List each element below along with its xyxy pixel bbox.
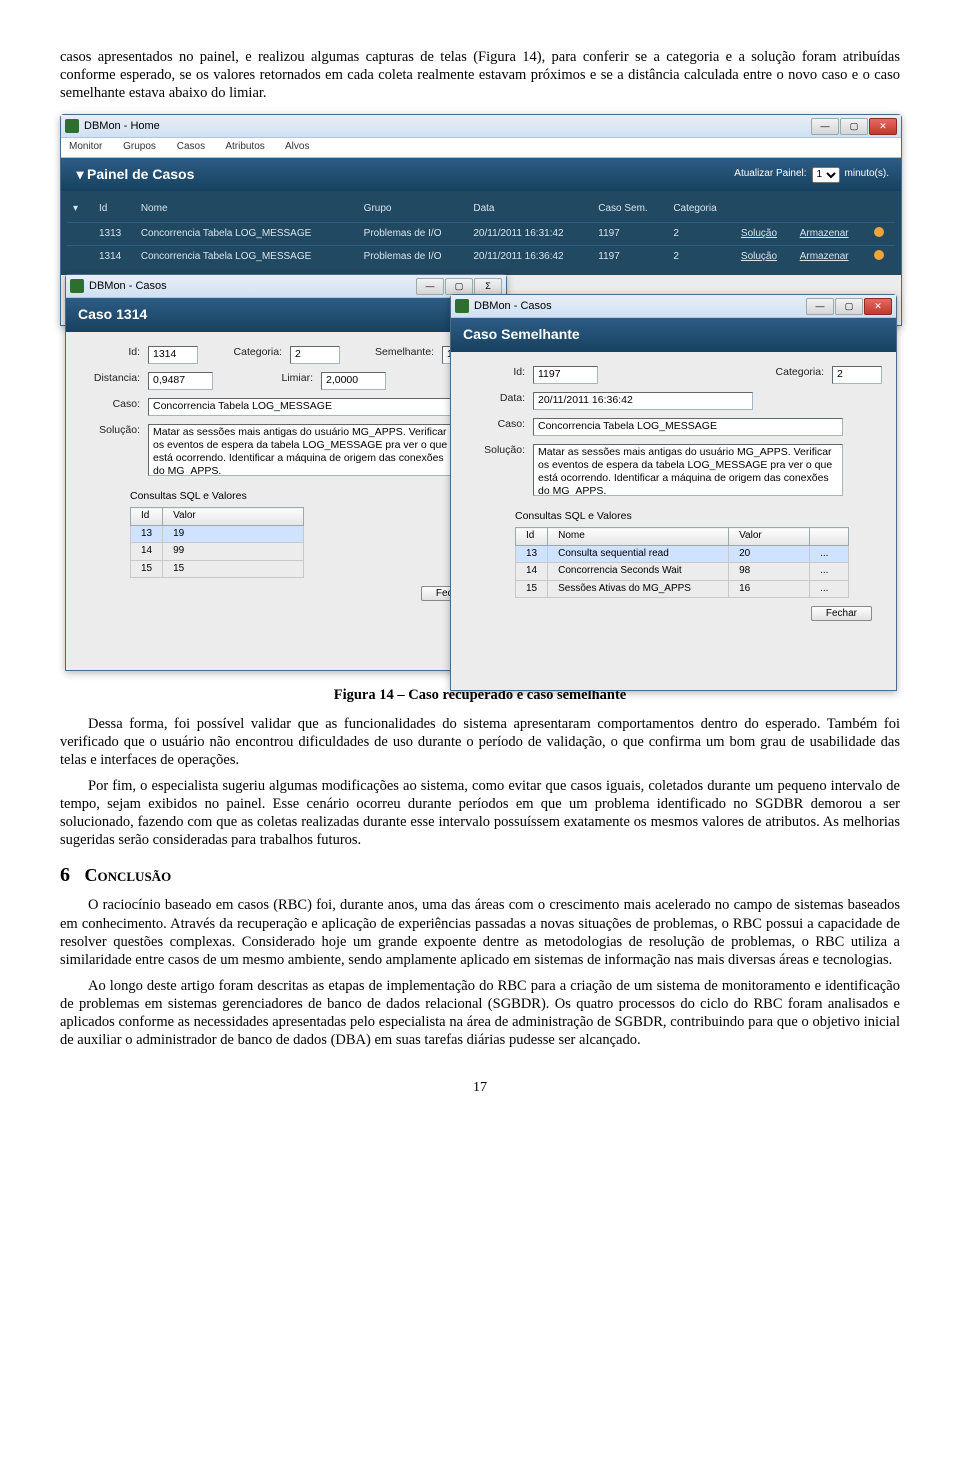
- expand-icon[interactable]: ▾: [73, 203, 78, 214]
- paragraph-2: Por fim, o especialista sugeriu algumas …: [60, 777, 900, 850]
- table-row[interactable]: 13Consulta sequential read20...: [516, 545, 849, 563]
- close-button[interactable]: Σ: [474, 278, 502, 295]
- table-row[interactable]: 1314 Concorrencia Tabela LOG_MESSAGE Pro…: [67, 246, 895, 269]
- val-limiar: 2,0000: [321, 372, 386, 390]
- paragraph-1: Dessa forma, foi possível validar que as…: [60, 715, 900, 769]
- caso1-wintitle: DBMon - Casos: [89, 280, 167, 294]
- table-row[interactable]: 1319: [131, 525, 304, 543]
- sql-header: Consultas SQL e Valores: [515, 510, 882, 523]
- sql-table: Id Nome Valor 13Consulta sequential read…: [515, 527, 849, 598]
- refresh-select[interactable]: 1: [812, 167, 840, 183]
- menu-alvos[interactable]: Alvos: [285, 141, 309, 152]
- lbl-id: Id:: [80, 346, 148, 364]
- lbl-categoria: Categoria:: [764, 366, 832, 384]
- menu-grupos[interactable]: Grupos: [123, 141, 156, 152]
- lbl-id: Id:: [465, 366, 533, 384]
- menu-monitor[interactable]: Monitor: [69, 141, 102, 152]
- caso-1314-window: DBMon - Casos — ▢ Σ Caso 1314 Id: 1314 C…: [65, 274, 507, 671]
- intro-paragraph: casos apresentados no painel, e realizou…: [60, 48, 900, 102]
- caso-semelhante-window: DBMon - Casos — ▢ ✕ Caso Semelhante Id: …: [450, 294, 897, 691]
- paragraph-3: O raciocínio baseado em casos (RBC) foi,…: [60, 896, 900, 969]
- close-button[interactable]: ✕: [864, 298, 892, 315]
- menu-atributos[interactable]: Atributos: [225, 141, 264, 152]
- lbl-solucao: Solução:: [80, 424, 148, 476]
- maximize-button[interactable]: ▢: [835, 298, 863, 315]
- caso1-titlebar: DBMon - Casos — ▢ Σ: [66, 275, 506, 298]
- solucao-link[interactable]: Solução: [741, 228, 777, 239]
- solucao-link[interactable]: Solução: [741, 251, 777, 262]
- caso2-title: Caso Semelhante: [451, 318, 896, 352]
- minimize-button[interactable]: —: [416, 278, 444, 295]
- lbl-caso: Caso:: [80, 398, 148, 416]
- maximize-button[interactable]: ▢: [840, 118, 868, 135]
- app-icon: [65, 119, 79, 133]
- menubar: Monitor Grupos Casos Atributos Alvos: [61, 138, 901, 158]
- home-titlebar: DBMon - Home — ▢ ✕: [61, 115, 901, 138]
- app-icon: [455, 299, 469, 313]
- col-cat: Categoria: [667, 197, 735, 222]
- val-categoria: 2: [290, 346, 340, 364]
- col-id: Id: [93, 197, 135, 222]
- lbl-data: Data:: [465, 392, 533, 410]
- minimize-button[interactable]: —: [806, 298, 834, 315]
- lbl-caso: Caso:: [465, 418, 533, 436]
- section-number: 6: [60, 864, 70, 886]
- minimize-button[interactable]: —: [811, 118, 839, 135]
- table-row[interactable]: 15Sessões Ativas do MG_APPS16...: [516, 580, 849, 598]
- lbl-semelhante: Semelhante:: [364, 346, 442, 364]
- val-id: 1197: [533, 366, 598, 384]
- section-conclusao: 6 Conclusão: [60, 863, 900, 888]
- val-id: 1314: [148, 346, 198, 364]
- fechar-button[interactable]: Fechar: [811, 606, 872, 621]
- paragraph-4: Ao longo deste artigo foram descritas as…: [60, 977, 900, 1050]
- val-solucao: Matar as sessões mais antigas do usuário…: [148, 424, 458, 476]
- collapse-icon[interactable]: ▾: [73, 166, 87, 184]
- maximize-button[interactable]: ▢: [445, 278, 473, 295]
- panel-title: Painel de Casos: [87, 166, 194, 184]
- val-distancia: 0,9487: [148, 372, 213, 390]
- table-row[interactable]: 1499: [131, 543, 304, 561]
- cases-grid: ▾ Id Nome Grupo Data Caso Sem. Categoria…: [67, 197, 895, 269]
- caso1-title: Caso 1314: [66, 298, 506, 332]
- section-title: Conclusão: [85, 865, 172, 885]
- col-nome: Nome: [135, 197, 358, 222]
- armazenar-link[interactable]: Armazenar: [800, 228, 849, 239]
- val-caso: Concorrencia Tabela LOG_MESSAGE: [148, 398, 458, 416]
- table-row[interactable]: 1313 Concorrencia Tabela LOG_MESSAGE Pro…: [67, 222, 895, 246]
- lbl-limiar: Limiar:: [253, 372, 321, 390]
- col-data: Data: [467, 197, 592, 222]
- status-dot-icon: [874, 250, 884, 260]
- val-categoria: 2: [832, 366, 882, 384]
- col-sem: Caso Sem.: [592, 197, 667, 222]
- app-icon: [70, 279, 84, 293]
- col-grupo: Grupo: [358, 197, 468, 222]
- figure-14: DBMon - Home — ▢ ✕ Monitor Grupos Casos …: [60, 114, 900, 674]
- refresh-label: Atualizar Painel:: [734, 168, 806, 181]
- val-solucao: Matar as sessões mais antigas do usuário…: [533, 444, 843, 496]
- menu-casos[interactable]: Casos: [177, 141, 205, 152]
- table-row[interactable]: 1515: [131, 560, 304, 578]
- lbl-distancia: Distancia:: [80, 372, 148, 390]
- caso2-wintitle: DBMon - Casos: [474, 300, 552, 314]
- caso2-titlebar: DBMon - Casos — ▢ ✕: [451, 295, 896, 318]
- status-dot-icon: [874, 227, 884, 237]
- lbl-solucao: Solução:: [465, 444, 533, 496]
- page-number: 17: [60, 1079, 900, 1097]
- close-button[interactable]: ✕: [869, 118, 897, 135]
- home-title: DBMon - Home: [84, 120, 160, 134]
- val-caso: Concorrencia Tabela LOG_MESSAGE: [533, 418, 843, 436]
- lbl-categoria: Categoria:: [222, 346, 290, 364]
- sql-header: Consultas SQL e Valores: [130, 490, 492, 503]
- val-data: 20/11/2011 16:36:42: [533, 392, 753, 410]
- sql-table: IdValor 1319 1499 1515: [130, 507, 304, 578]
- panel-header: ▾ Painel de Casos Atualizar Painel: 1 mi…: [61, 158, 901, 192]
- table-row[interactable]: 14Concorrencia Seconds Wait98...: [516, 563, 849, 581]
- refresh-unit: minuto(s).: [845, 168, 889, 181]
- armazenar-link[interactable]: Armazenar: [800, 251, 849, 262]
